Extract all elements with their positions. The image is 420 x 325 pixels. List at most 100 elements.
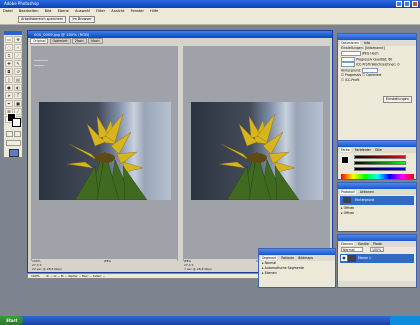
color-panel: Farbe Farbfelder Stile [337,140,417,180]
layer-row[interactable]: ◉ Ebene 1 [340,253,414,263]
color-readout: R: -- G: -- B: -- Alpha: -- Hex: -- Inde… [46,274,106,278]
tab-slice[interactable]: Segment [261,256,278,260]
blur-field[interactable] [341,62,355,67]
eye-icon[interactable]: ◉ [341,254,347,261]
menu-bar: Datei Bearbeiten Bild Ebene Auswahl Filt… [0,8,420,15]
history-snapshot[interactable]: Hintergrund [340,196,414,205]
tab-rollover[interactable]: Rollover [281,256,294,260]
path-select-icon[interactable]: ➤ [5,92,13,99]
move-tool-icon[interactable]: ✥ [14,36,22,43]
history-snapshot-thumb-icon [343,197,351,203]
gradient-tool-icon[interactable]: ▤ [14,76,22,83]
tab-history[interactable]: Protokoll [340,190,356,194]
image-overlay-text [34,60,48,61]
format-select[interactable] [341,51,361,56]
dodge-tool-icon[interactable]: ◐ [14,84,22,91]
layers-panel: Ebenen Kanäle Pfade Normal 100% ◉ Ebene … [337,234,417,288]
slice-item[interactable]: ▸ Ebenen [259,271,335,276]
tab-styles[interactable]: Stile [375,148,382,152]
color-panel-tabs: Farbe Farbfelder Stile [338,147,416,153]
tab-optimize[interactable]: Optimieren [340,41,360,45]
slice-panel: Segment Rollover Bildmaps ▸ Normal ▸ Aut… [258,248,336,288]
canvas-pane-left[interactable] [31,46,178,261]
blur-tool-icon[interactable]: ● [5,84,13,91]
spacer-row [338,83,416,95]
tab-info[interactable]: Info [364,41,370,45]
opacity-field[interactable]: 100% [370,247,385,252]
color-spectrum[interactable] [341,174,414,179]
menu-bild[interactable]: Bild [45,9,52,13]
pen-tool-icon[interactable]: ✒ [5,100,13,107]
menu-datei[interactable]: Datei [3,9,13,13]
screen-mode-icon[interactable] [6,140,21,146]
marquee-tool-icon[interactable]: ▭ [5,36,13,43]
left-status-right: JPEG [104,259,111,263]
maximize-button[interactable] [404,1,410,7]
document-tabs: Original Optimiert 2fach 4fach [28,38,332,44]
taskbar: Start [0,316,420,325]
matte-field[interactable] [362,67,379,73]
sunflower-graphic-optimized [218,113,300,200]
sunflower-image [39,102,171,200]
color-swatch-fg[interactable] [341,156,349,164]
left-pane-status: 100% 27,4 K 22 sec @ 28,8 Kbps JPEG [32,259,177,271]
magic-wand-tool-icon[interactable]: ✧ [14,44,22,51]
eraser-tool-icon[interactable]: ▯ [5,76,13,83]
tab-channels[interactable]: Kanäle [358,242,369,246]
left-status-time: 22 sec @ 28,8 Kbps [32,267,62,271]
blend-mode-select[interactable]: Normal [341,247,363,252]
layers-mode-row: Normal 100% [338,247,416,253]
menu-filter[interactable]: Filter [96,9,105,13]
history-panel-tabs: Protokoll Aktionen [338,189,416,195]
slider-r[interactable] [354,155,406,159]
options-toolbar: Arbeitsbereich speichern Im Browser [0,15,420,25]
canvas-pane-right[interactable] [183,46,330,261]
healing-tool-icon[interactable]: ✚ [5,60,13,67]
quickmask-icon[interactable] [6,131,13,137]
tab-imagemaps[interactable]: Bildmaps [298,256,313,260]
tab-color[interactable]: Farbe [340,148,351,152]
menu-hilfe[interactable]: Hilfe [150,9,158,13]
tab-original[interactable]: Original [30,38,49,44]
shape-tool-icon[interactable]: ■ [14,100,22,107]
tab-paths[interactable]: Pfade [373,242,382,246]
minimize-button[interactable] [396,1,402,7]
document-title: 000_0009.jpg @ 100% (RGB) [34,32,90,37]
menu-ansicht[interactable]: Ansicht [111,9,124,13]
tab-swatches[interactable]: Farbfelder [355,148,371,152]
layer-name: Ebene 1 [358,255,372,260]
menu-ebene[interactable]: Ebene [58,9,69,13]
lasso-tool-icon[interactable]: ◌ [5,44,13,51]
settings-button[interactable]: Einstellungen [383,96,412,103]
sunflower-image-optimized [191,102,323,200]
tab-optimized[interactable]: Optimiert [49,38,71,44]
imageready-icon[interactable] [9,149,19,157]
optimize-footer: Einstellungen [338,95,416,104]
menu-bearbeiten[interactable]: Bearbeiten [19,9,39,13]
background-color-swatch[interactable] [12,118,21,127]
close-button[interactable] [412,1,418,7]
quality-field[interactable] [341,56,355,62]
slice-tool-icon[interactable]: ⟋ [14,52,22,59]
tab-4up[interactable]: 4fach [87,38,103,44]
browser-button[interactable]: Im Browser [69,16,95,23]
brush-tool-icon[interactable]: ✎ [14,60,22,67]
toolbox: ▭✥ ◌✧ ⌗⟋ ✚✎ ◘↺ ▯▤ ●◐ ➤T ✒■ ▥⁄ ✋⌕ [3,30,23,158]
document-title-bar[interactable]: 000_0009.jpg @ 100% (RGB) [28,31,332,38]
history-step[interactable]: ▸ Öffnen [338,211,416,216]
standard-mode-icon[interactable] [14,131,21,137]
menu-fenster[interactable]: Fenster [131,9,144,13]
start-button[interactable]: Start [0,316,24,325]
tab-actions[interactable]: Aktionen [360,190,374,194]
stamp-tool-icon[interactable]: ◘ [5,68,13,75]
history-brush-icon[interactable]: ↺ [14,68,22,75]
type-tool-icon[interactable]: T [14,92,22,99]
tab-layers[interactable]: Ebenen [340,242,354,246]
slider-b[interactable] [354,167,406,171]
menu-auswahl[interactable]: Auswahl [75,9,90,13]
zoom-level[interactable]: 100% [31,274,40,278]
workspace-button[interactable]: Arbeitsbereich speichern [18,16,67,23]
slider-g[interactable] [354,161,406,165]
crop-tool-icon[interactable]: ⌗ [5,52,13,59]
tab-2up[interactable]: 2fach [71,38,87,44]
